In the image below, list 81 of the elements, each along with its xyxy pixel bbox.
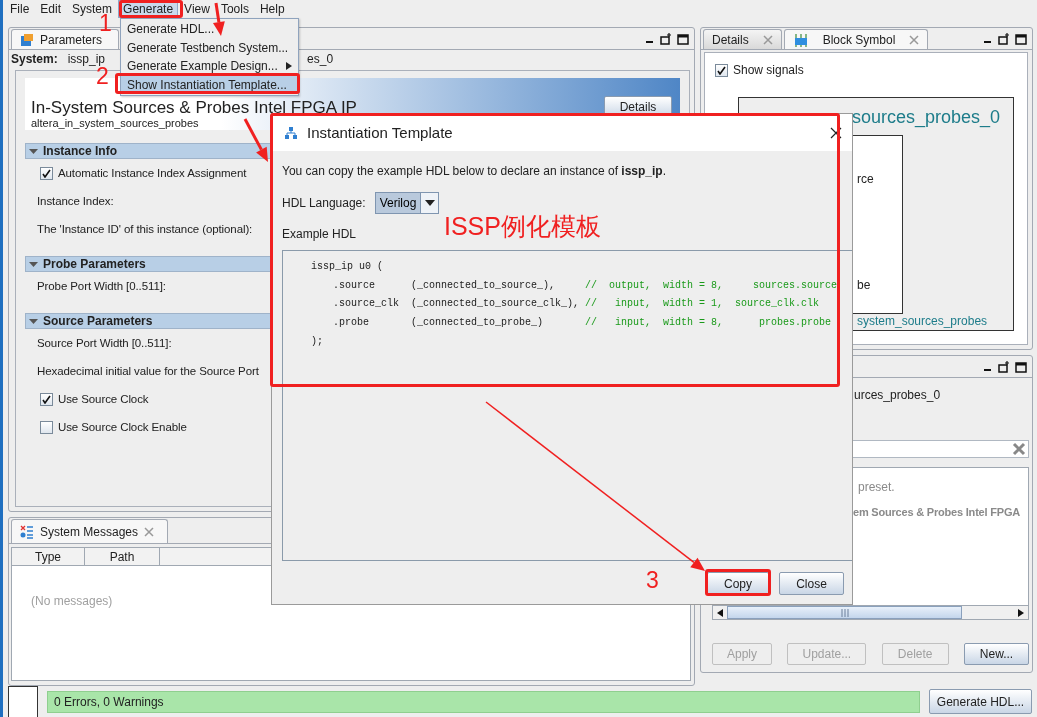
empty-message: (No messages)	[31, 594, 113, 608]
language-dropdown[interactable]: Verilog	[374, 192, 440, 214]
code-line: );	[311, 334, 324, 349]
dialog-message: You can copy the example HDL below to declare an instance of issp_ip.	[282, 164, 668, 178]
field-label: Hexadecimal initial value for the Source Port	[37, 365, 259, 377]
menu-item[interactable]: Tools	[215, 0, 254, 18]
hierarchy-icon	[284, 125, 298, 140]
grip-icon	[840, 608, 849, 617]
maximize-icon[interactable]	[1015, 32, 1027, 45]
step-number: 2	[96, 63, 109, 89]
menu-item[interactable]: Help	[254, 0, 290, 18]
checkbox-label: Automatic Instance Index Assignment	[58, 167, 247, 179]
chip-icon	[792, 32, 809, 47]
preset-text: preset.	[857, 480, 896, 494]
panel-tab[interactable]: Details	[703, 29, 782, 49]
block-title: sources_probes_0	[851, 107, 1000, 128]
component-subtitle: altera_in_system_sources_probes	[31, 117, 200, 129]
field-label: The 'Instance ID' of this instance (optional):	[37, 223, 253, 235]
dialog-title: Instantiation Template	[307, 124, 453, 141]
code-line: .source (_connected_to_source_), // output, width = 8, sources.source	[332, 278, 839, 293]
code-area[interactable]	[282, 250, 852, 561]
field-label: Instance Index:	[37, 195, 114, 207]
preset-text: em Sources & Probes Intel FPGA	[852, 505, 1021, 519]
column-header[interactable]: Path	[85, 548, 160, 565]
tile-icon	[20, 32, 34, 47]
generate-hdl-button[interactable]: Generate HDL...	[929, 689, 1032, 714]
menu-item[interactable]: File	[5, 0, 35, 18]
checkbox[interactable]	[715, 63, 728, 77]
path-text: es_0	[307, 52, 334, 66]
system-label: System:	[11, 52, 58, 66]
annotation-caption: ISSP例化模板	[444, 211, 601, 241]
checkbox-label: Use Source Clock Enable	[58, 421, 187, 433]
port-label: be	[857, 278, 871, 292]
close-icon	[909, 34, 920, 45]
panel-tab[interactable]: Block Symbol	[783, 29, 929, 49]
system-name: issp_ip	[67, 52, 106, 66]
close-button[interactable]: Close	[779, 572, 844, 595]
list-icon	[20, 524, 34, 539]
right-arrow-icon[interactable]	[1018, 608, 1024, 617]
caret-icon	[424, 200, 435, 206]
scrollbar[interactable]	[713, 605, 1028, 619]
annotation-arrow	[243, 118, 268, 162]
menu-item[interactable]: Generate Testbench System...	[121, 38, 298, 57]
float-icon[interactable]	[998, 32, 1010, 45]
field-label: Probe Port Width [0..511]:	[37, 280, 166, 292]
code-line: .source_clk (_connected_to_source_clk_), // input, width = 1, source_clk.clk	[332, 297, 821, 312]
menu-item[interactable]: Generate Example Design...	[121, 57, 298, 76]
field-label: Source Port Width [0..511]:	[37, 337, 172, 349]
checkbox-label: Show signals	[733, 63, 804, 77]
float-icon[interactable]	[660, 32, 672, 45]
highlight-frame	[705, 569, 771, 596]
port-label: rce	[857, 172, 874, 186]
code-line: .probe (_connected_to_probe_) // input, width = 8, probes.probe	[332, 316, 833, 331]
close-icon[interactable]	[830, 126, 842, 139]
close-icon	[144, 526, 155, 537]
clear-icon	[1012, 442, 1026, 456]
float-icon[interactable]	[998, 360, 1010, 373]
block-type: system_sources_probes	[857, 314, 988, 328]
status-box	[8, 686, 38, 717]
checkbox-label: Use Source Clock	[58, 393, 149, 405]
language-label: HDL Language:	[282, 196, 366, 210]
panel-tab[interactable]: System Messages	[11, 519, 168, 543]
step-number: 3	[646, 567, 659, 593]
checkbox[interactable]	[40, 166, 53, 180]
menu-item[interactable]: View	[179, 0, 215, 18]
left-arrow-icon[interactable]	[717, 608, 723, 617]
close-icon	[762, 34, 773, 45]
column-header[interactable]: Type	[12, 548, 85, 565]
preset-button[interactable]: New...	[964, 643, 1029, 665]
menu-item[interactable]: Edit	[35, 0, 67, 18]
maximize-icon[interactable]	[677, 32, 689, 45]
status-bar: 0 Errors, 0 Warnings	[47, 690, 920, 713]
component-name: urces_probes_0	[853, 388, 942, 402]
code-line: issp_ip u0 (	[311, 260, 384, 274]
highlight-frame	[119, 0, 183, 18]
maximize-icon[interactable]	[1015, 360, 1027, 373]
checkbox[interactable]	[40, 392, 53, 406]
component-title: In-System Sources & Probes Intel FPGA IP	[31, 98, 357, 117]
checkbox[interactable]	[40, 420, 53, 434]
menu-item[interactable]: Generate HDL...	[121, 20, 298, 39]
caret-icon	[286, 62, 292, 71]
